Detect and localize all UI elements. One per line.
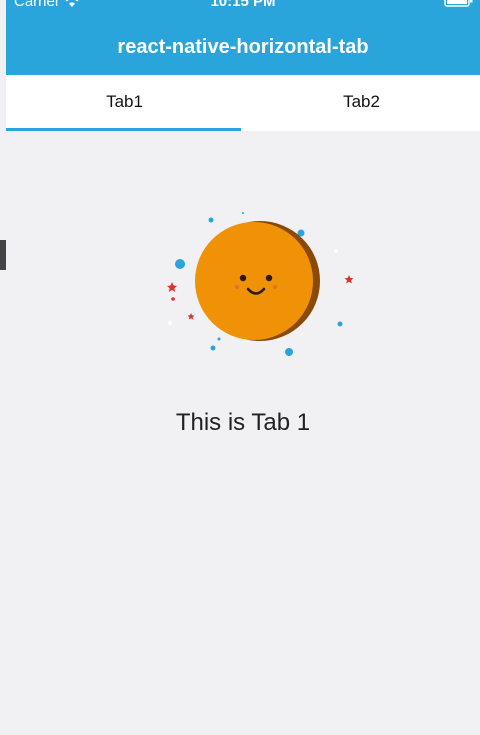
tab-message: This is Tab 1 [175,409,311,436]
tab-2-label: Tab2 [343,92,380,111]
battery-icon [444,0,473,7]
smiling-planet-icon [167,212,354,356]
navigation-header: Carrier 10:15 PM react-native-horizontal… [6,0,480,75]
status-bar: Carrier 10:15 PM [6,0,480,11]
tab-2[interactable]: Tab2 [243,75,480,131]
tab-1[interactable]: Tab1 [6,75,243,131]
tab-bar: Tab1 Tab2 [6,75,480,131]
tab-1-label: Tab1 [106,92,143,111]
app-screen: Carrier 10:15 PM react-native-horizontal… [6,0,480,735]
tab-content: This is Tab 1 [6,131,480,735]
nav-title: react-native-horizontal-tab [117,36,369,58]
status-time: 10:15 PM [210,0,276,10]
